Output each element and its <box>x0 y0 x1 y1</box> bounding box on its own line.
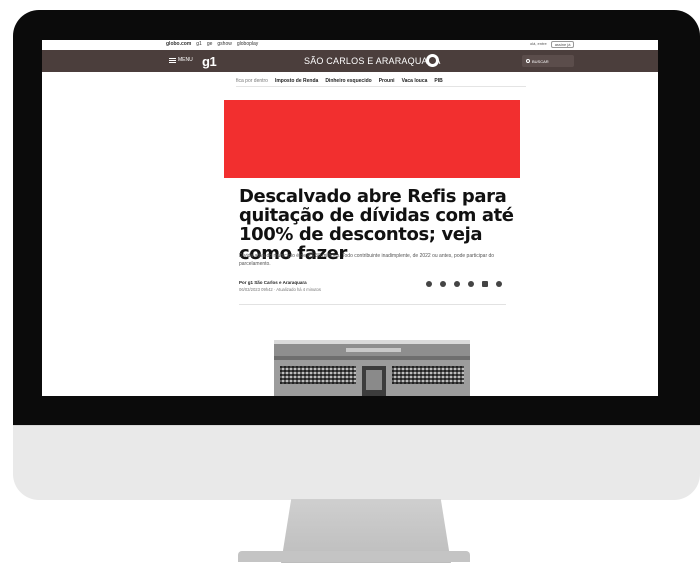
whatsapp-icon[interactable] <box>454 281 460 287</box>
trending-item[interactable]: Vaca louca <box>402 78 428 84</box>
main-navbar: MENU g1 SÃO CARLOS E ARARAQUARA BUSCAR <box>42 50 658 72</box>
link-globoplay[interactable]: globoplay <box>237 41 258 47</box>
link-gshow[interactable]: gshow <box>217 41 231 47</box>
trending-nav: fica por dentro Imposto de Renda Dinheir… <box>236 76 526 87</box>
subscribe-button[interactable]: assine já <box>550 41 575 48</box>
menu-button[interactable]: MENU <box>169 57 193 63</box>
search-label: BUSCAR <box>532 58 549 64</box>
region-title[interactable]: SÃO CARLOS E ARARAQUARA <box>304 56 441 66</box>
divider <box>239 304 506 305</box>
g1-logo[interactable]: g1 <box>202 54 217 69</box>
article-subtitle: Dívida ativa do município é de R$ 30 mil… <box>239 253 495 267</box>
link-g1[interactable]: g1 <box>196 41 202 47</box>
building-sign <box>346 348 401 352</box>
share-bar <box>426 281 502 287</box>
twitter-icon[interactable] <box>440 281 446 287</box>
building-cobogo-left <box>280 366 356 384</box>
trending-item[interactable]: Prouni <box>379 78 395 84</box>
article-dateline: 06/03/2023 09h42 · Atualizado há 4 minut… <box>239 287 321 292</box>
pinterest-icon[interactable] <box>468 281 474 287</box>
monitor-chin <box>13 425 700 500</box>
linkedin-icon[interactable] <box>482 281 488 287</box>
trending-item[interactable]: Imposto de Renda <box>275 78 318 84</box>
facebook-icon[interactable] <box>426 281 432 287</box>
monitor-base <box>238 551 470 562</box>
trending-item[interactable]: PIB <box>434 78 442 84</box>
link-ge[interactable]: ge <box>207 41 213 47</box>
login-link[interactable]: olá, entre <box>530 41 547 48</box>
menu-label: MENU <box>178 57 193 63</box>
portal-links: globo.com g1 ge gshow globoplay <box>166 41 258 47</box>
hamburger-icon <box>169 57 176 63</box>
building-cobogo-right <box>392 366 464 384</box>
globo-icon <box>426 54 439 67</box>
share-icon[interactable] <box>496 281 502 287</box>
screen: globo.com g1 ge gshow globoplay olá, ent… <box>42 40 658 396</box>
account-area: olá, entre assine já <box>530 41 575 48</box>
article-photo[interactable] <box>274 340 470 396</box>
trending-item[interactable]: Dinheiro esquecido <box>325 78 371 84</box>
trending-lead: fica por dentro <box>236 78 268 84</box>
search-button[interactable]: BUSCAR <box>522 55 574 67</box>
ad-banner[interactable] <box>224 100 520 178</box>
article-byline[interactable]: Por g1 São Carlos e Araraquara <box>239 280 307 285</box>
building-door <box>362 366 386 396</box>
link-globo[interactable]: globo.com <box>166 41 191 47</box>
search-icon <box>526 59 530 63</box>
